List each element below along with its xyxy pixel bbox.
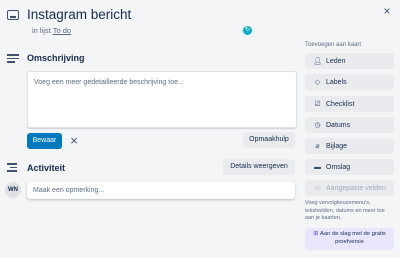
sidebar-item-label: Labels bbox=[326, 78, 347, 86]
cover-icon: ▬ bbox=[314, 163, 321, 171]
sidebar-item-label: Bijlage bbox=[326, 142, 348, 150]
show-details-button[interactable]: Details weergeven bbox=[223, 159, 295, 175]
save-button[interactable]: Bewaar bbox=[27, 133, 62, 149]
close-button[interactable]: × bbox=[380, 4, 394, 18]
sidebar-item-datums[interactable]: ◷ Datums bbox=[305, 117, 394, 133]
card-title[interactable]: Instagram bericht bbox=[27, 7, 131, 22]
tag-icon: ◇ bbox=[314, 79, 321, 86]
sidebar-item-checklist[interactable]: ☑ Checklist bbox=[305, 96, 394, 112]
sparkle-icon: ⊞ bbox=[313, 231, 319, 237]
comment-input[interactable]: Maak een opmerking... bbox=[27, 182, 295, 199]
avatar[interactable]: WN bbox=[5, 182, 21, 198]
activity-icon bbox=[7, 163, 19, 173]
sidebar-item-bijlage[interactable]: ⌀ Bijlage bbox=[305, 138, 394, 154]
card-icon bbox=[7, 10, 19, 20]
cancel-button[interactable]: × bbox=[67, 133, 81, 149]
formatting-help-button[interactable]: Opmaakhulp bbox=[243, 132, 295, 148]
sidebar-item-omslag[interactable]: ▬ Omslag bbox=[305, 159, 394, 175]
sidebar-item-label: Leden bbox=[326, 57, 346, 65]
sidebar-item-leden[interactable]: 👤︎ Leden bbox=[305, 53, 394, 69]
trial-promo-button[interactable]: ⊞ Aan de slag met de gratis proefversie bbox=[305, 228, 394, 250]
description-icon bbox=[7, 54, 19, 63]
user-icon: 👤︎ bbox=[313, 58, 322, 65]
list-link[interactable]: To do bbox=[53, 26, 71, 35]
description-title: Omschrijving bbox=[27, 53, 85, 63]
custom-fields-note: Voeg vervolgkeuzemenu's, tekstvelden, da… bbox=[305, 200, 385, 221]
sidebar-heading: Toevoegen aan kaart bbox=[305, 42, 362, 48]
sidebar-item-label: Datums bbox=[326, 121, 351, 129]
promo-label: Aan de slag met de gratis proefversie bbox=[320, 231, 386, 245]
checklist-icon: ☑ bbox=[314, 101, 321, 108]
sidebar-item-custom-fields[interactable]: ▭ Aangepaste velden bbox=[305, 180, 394, 196]
cursor-indicator-icon: ↻ bbox=[243, 26, 252, 35]
subtitle-prefix: in lijst bbox=[32, 26, 51, 35]
sidebar-item-labels[interactable]: ◇ Labels bbox=[305, 74, 394, 90]
description-textarea[interactable]: Voeg een meer gedetailleerde beschrijvin… bbox=[27, 71, 297, 128]
sidebar-item-label: Checklist bbox=[326, 100, 355, 108]
activity-title: Activiteit bbox=[27, 163, 66, 173]
sidebar-item-label: Aangepaste velden bbox=[326, 184, 386, 192]
custom-fields-icon: ▭ bbox=[314, 185, 321, 192]
clock-icon: ◷ bbox=[314, 122, 321, 129]
list-subtitle: in lijst To do bbox=[32, 26, 71, 35]
paperclip-icon: ⌀ bbox=[315, 143, 320, 150]
sidebar-item-label: Omslag bbox=[326, 163, 351, 171]
